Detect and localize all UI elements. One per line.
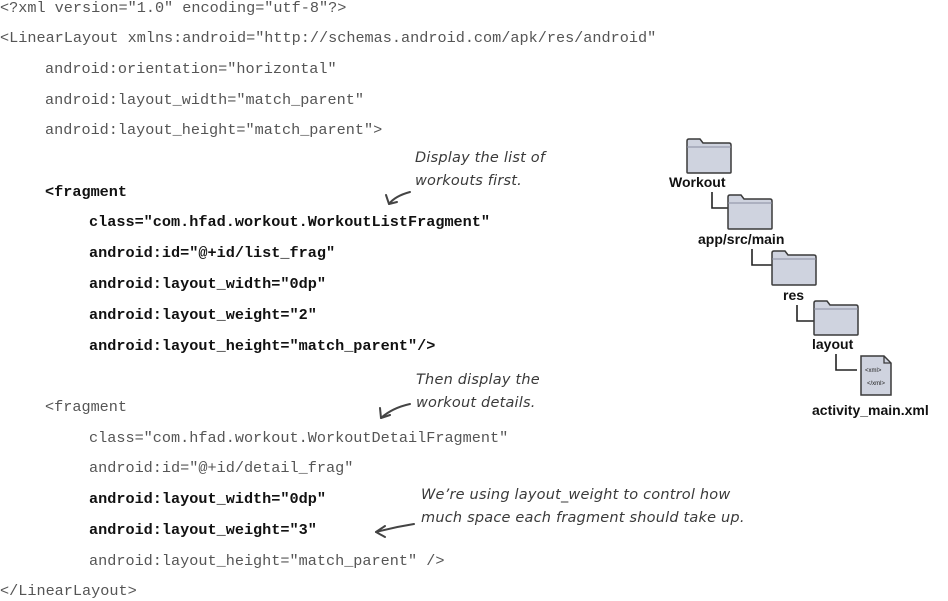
folder-icon [771,250,817,286]
folder-icon [727,194,773,230]
folder-icon [813,300,859,336]
file-label-activity-main: activity_main.xml [812,402,929,418]
xml-file-icon-text: <xml> [865,368,882,374]
xml-file-icon-text: </xml> [867,381,886,387]
folder-tree-connectors [711,192,857,371]
page: <?xml version="1.0" encoding="utf-8"?> <… [0,0,948,600]
folder-label-app-src-main: app/src/main [698,231,785,247]
xml-file-icon: <xml> </xml> [860,355,892,396]
folder-label-workout: Workout [669,174,726,190]
folder-label-res: res [783,287,805,303]
folder-label-layout: layout [812,336,854,352]
folder-icon [686,138,732,174]
